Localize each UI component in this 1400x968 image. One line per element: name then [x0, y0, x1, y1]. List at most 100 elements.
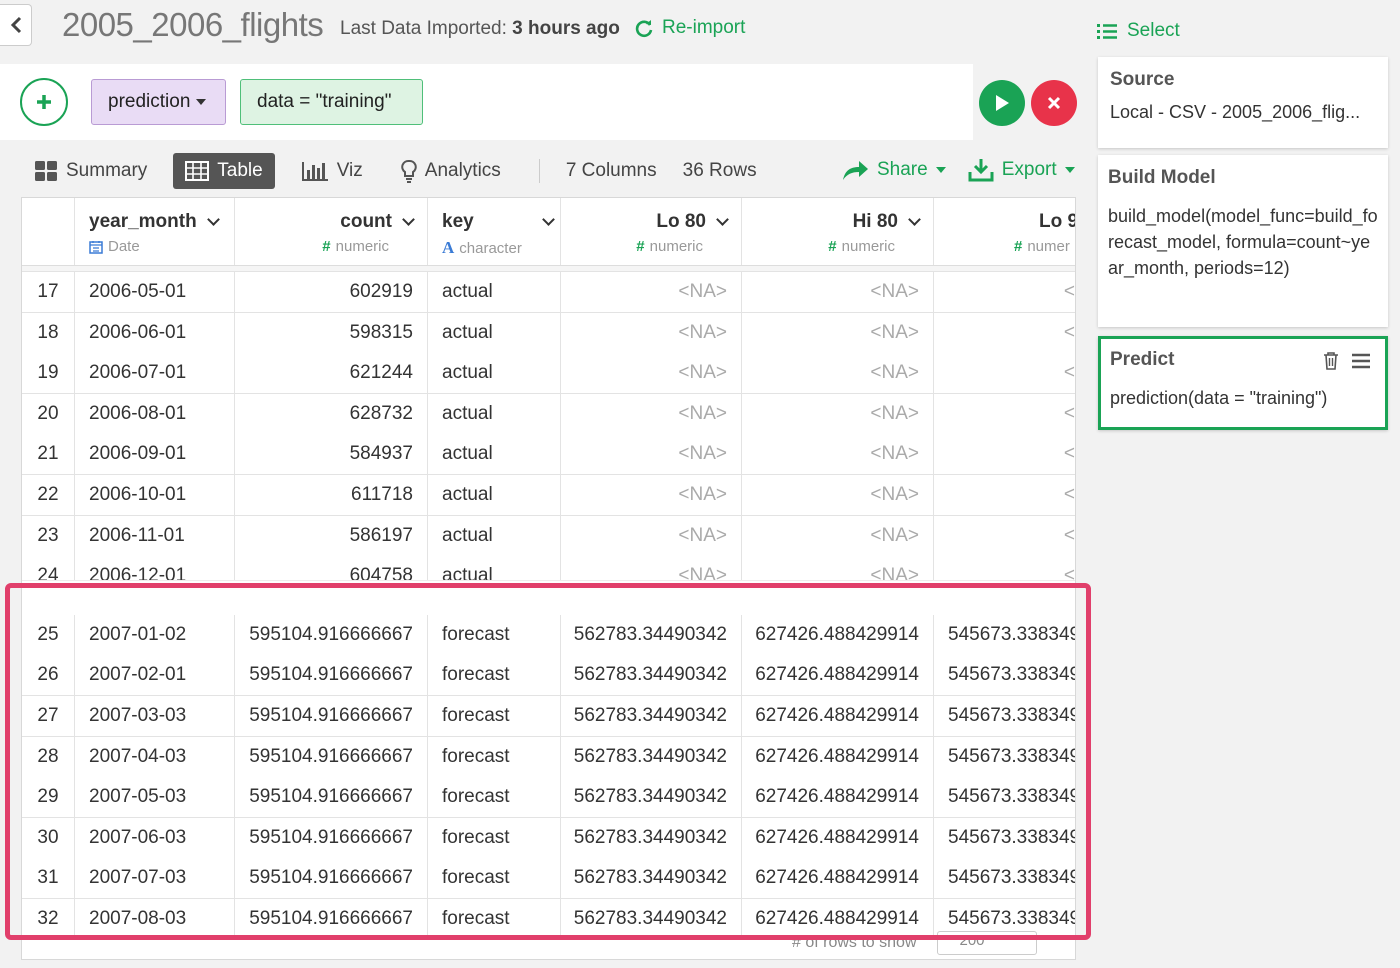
table-cell: forecast: [428, 736, 561, 777]
table-cell: 2006-07-01: [75, 353, 235, 394]
table-cell: 627426.488429914: [742, 858, 934, 899]
tab-analytics[interactable]: Analytics: [389, 153, 513, 189]
chevron-down-icon[interactable]: [402, 213, 415, 226]
column-header-year-month[interactable]: year_month Date: [75, 198, 235, 265]
rows-to-show-select[interactable]: 200: [936, 931, 1037, 955]
menu-icon[interactable]: [1351, 353, 1371, 369]
table-cell: 627426.488429914: [742, 696, 934, 736]
step-card-predict[interactable]: Predict prediction(data = "training"): [1098, 336, 1388, 430]
numeric-icon: #: [1014, 238, 1023, 255]
bar-chart-icon: [301, 162, 328, 181]
table-cell: 2007-08-03: [75, 899, 235, 939]
table-cell: 595104.916666667: [235, 817, 428, 858]
reimport-button[interactable]: Re-import: [634, 17, 745, 39]
table-cell: 621244: [235, 353, 428, 394]
table-cell: 2007-02-01: [75, 655, 235, 696]
trash-icon[interactable]: [1323, 351, 1339, 370]
table-cell: 595104.916666667: [235, 614, 428, 655]
table-cell: actual: [428, 515, 561, 556]
caret-down-icon: [1064, 167, 1075, 173]
divider: [538, 159, 540, 183]
function-token[interactable]: prediction: [91, 79, 226, 125]
row-number-cell: 20: [22, 393, 75, 434]
step-card-source[interactable]: Source Local - CSV - 2005_2006_flig...: [1098, 57, 1388, 148]
play-icon: [996, 95, 1009, 111]
table-cell: 2007-05-03: [75, 777, 235, 818]
table-cell: 2006-08-01: [75, 393, 235, 434]
column-header-hi-80[interactable]: Hi 80 # numeric: [742, 198, 934, 265]
table-row: 25 2007-01-02 595104.916666667 forecast 5627…: [22, 614, 1076, 656]
table-cell: <NA>: [742, 475, 934, 515]
row-number-cell: 23: [22, 515, 75, 556]
view-tabs: Summary Table Viz Analytics 7 Columns 36…: [22, 152, 757, 190]
table-cell: <NA>: [742, 515, 934, 556]
table-row: 29 2007-05-03 595104.916666667 forecast 5627…: [22, 777, 1075, 819]
select-steps-button[interactable]: Select: [1097, 20, 1180, 42]
table-cell: <: [1063, 524, 1075, 546]
table-cell: forecast: [428, 777, 561, 818]
plus-icon: [37, 95, 51, 109]
chevron-down-icon[interactable]: [206, 213, 220, 226]
chevron-down-icon[interactable]: [541, 213, 555, 226]
column-header-lo-95[interactable]: Lo 9 # numer: [934, 198, 1075, 265]
table-cell: 2007-07-03: [75, 858, 235, 899]
chevron-down-icon[interactable]: [716, 213, 729, 226]
table-cell: 627426.488429914: [742, 736, 934, 777]
table-cell: <NA>: [561, 434, 742, 475]
add-step-button[interactable]: [20, 78, 68, 126]
refresh-icon: [635, 20, 653, 38]
table-counts: 7 Columns 36 Rows: [566, 160, 757, 182]
table-cell: forecast: [428, 614, 561, 655]
tab-table[interactable]: Table: [173, 153, 275, 189]
export-button[interactable]: Export: [968, 158, 1075, 182]
table-cell: 562783.34490342: [561, 817, 742, 858]
row-separator: [22, 580, 1075, 598]
table-cell: 545673.338349: [948, 705, 1076, 726]
table-cell: actual: [428, 434, 561, 475]
table-actions: Share Export: [841, 158, 1075, 182]
table-cell: <NA>: [561, 272, 742, 312]
last-imported: Last Data Imported: 3 hours ago: [340, 18, 620, 39]
column-header-lo-80[interactable]: Lo 80 # numeric: [561, 198, 742, 265]
back-button[interactable]: [0, 4, 32, 46]
table-cell: 595104.916666667: [235, 736, 428, 777]
row-number-cell: 17: [22, 272, 75, 312]
table-cell: forecast: [428, 696, 561, 736]
column-count: 7 Columns: [565, 160, 657, 181]
row-number-cell: 19: [22, 353, 75, 394]
tab-summary[interactable]: Summary: [22, 153, 159, 189]
tab-viz[interactable]: Viz: [289, 153, 375, 189]
argument-token[interactable]: data = "training": [240, 79, 423, 125]
run-button[interactable]: [979, 80, 1025, 126]
table-cell: 627426.488429914: [742, 614, 934, 655]
chevron-left-icon: [10, 16, 21, 34]
chevron-down-icon[interactable]: [908, 213, 921, 226]
share-icon: [843, 161, 868, 180]
share-button[interactable]: Share: [841, 159, 946, 181]
table-row: 23 2006-11-01 586197 actual <NA> <NA> <: [22, 515, 1075, 557]
column-header-count[interactable]: count # numeric: [235, 198, 428, 265]
table-header: year_month Date count # numeric key Achar…: [22, 198, 1075, 266]
table-cell: actual: [428, 272, 561, 312]
table-cell: forecast: [428, 817, 561, 858]
table-cell: 584937: [235, 434, 428, 475]
table-cell: actual: [428, 393, 561, 434]
table-cell: <: [1063, 281, 1075, 302]
step-card-build-model[interactable]: Build Model build_model(model_func=build…: [1098, 155, 1388, 327]
table-cell: actual: [428, 353, 561, 394]
table-row: 22 2006-10-01 611718 actual <NA> <NA> <: [22, 475, 1075, 516]
row-number-cell: 26: [22, 655, 75, 696]
table-row: 21 2006-09-01 584937 actual <NA> <NA> <: [22, 434, 1075, 476]
row-number-cell: 29: [22, 777, 75, 818]
table-cell: <NA>: [561, 312, 742, 353]
row-number-cell: 22: [22, 475, 75, 515]
table-cell: 598315: [235, 312, 428, 353]
cancel-button[interactable]: [1031, 80, 1077, 126]
numeric-icon: #: [828, 238, 837, 255]
table-cell: 545673.338349: [948, 623, 1076, 645]
table-cell: <NA>: [561, 475, 742, 515]
column-header-key[interactable]: key Acharacter: [428, 198, 561, 265]
table-cell: 2006-09-01: [75, 434, 235, 475]
table-cell: 562783.34490342: [561, 614, 742, 655]
data-table: year_month Date count # numeric key Achar…: [21, 197, 1076, 960]
